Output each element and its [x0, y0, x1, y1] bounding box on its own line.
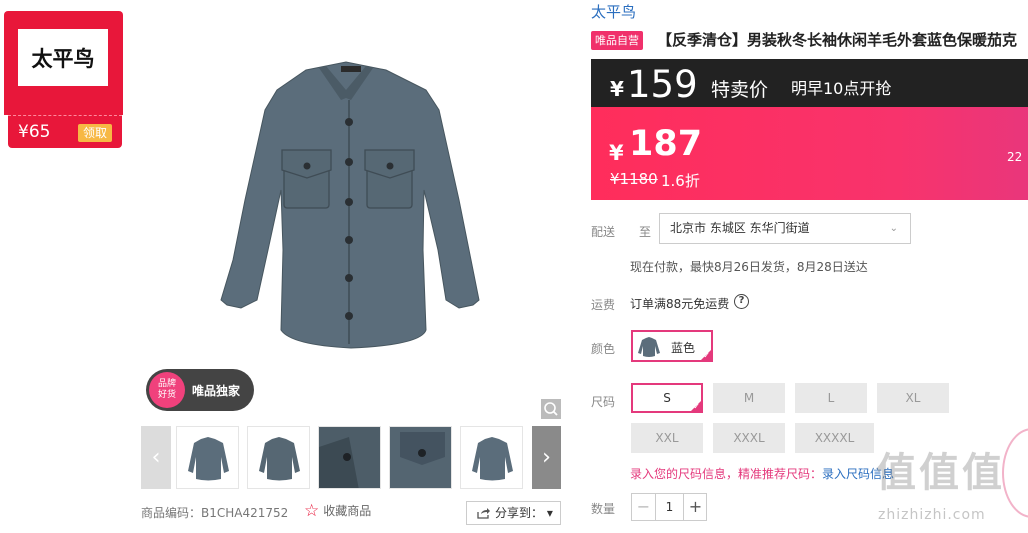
color-option-blue[interactable]: 蓝色 ✓ [631, 330, 713, 362]
quantity-stepper: − 1 + [631, 493, 707, 521]
magnifier-icon [544, 402, 558, 416]
flash-currency: ¥ [610, 77, 624, 101]
coupon-amount: ¥65 [18, 122, 51, 142]
quantity-input[interactable]: 1 [657, 494, 682, 520]
check-icon: ✓ [703, 351, 710, 360]
thumbnail-5[interactable] [460, 426, 523, 489]
exclusive-badge: 品牌 好货 唯品独家 [146, 369, 254, 411]
chevron-down-icon: ⌄ [889, 223, 898, 234]
exclusive-label: 唯品独家 [192, 384, 241, 398]
product-code: 商品编码：B1CHA421752 [141, 506, 289, 520]
product-title: 【反季清仓】男装秋冬长袖休闲羊毛外套蓝色保暖茄克 [657, 31, 1018, 49]
main-product-image[interactable] [141, 0, 561, 420]
coupon-footer: ¥65 领取 [8, 115, 122, 148]
size-option-m[interactable]: M [713, 383, 785, 413]
size-option-xxxl[interactable]: XXXL [713, 423, 785, 453]
thumbnail-next-button[interactable]: › [532, 426, 561, 489]
quantity-label: 数量 [591, 502, 616, 516]
favorite-label: 收藏商品 [323, 504, 372, 518]
thumbnail-shirt-icon [188, 437, 229, 481]
freight-label: 运费 [591, 298, 616, 312]
discount-rate: 1.6折 [661, 172, 700, 190]
ship-to-label: 至 [639, 225, 652, 239]
price-banner: ¥ 187 ¥1180 1.6折 22 [591, 107, 1028, 200]
watermark-circle [1002, 428, 1028, 518]
size-option-xxl[interactable]: XXL [631, 423, 703, 453]
star-icon: ☆ [304, 500, 320, 521]
original-price: ¥1180 [610, 170, 658, 188]
color-swatch-image [638, 337, 660, 357]
freight-text: 订单满88元免运费 [630, 297, 730, 311]
size-option-l[interactable]: L [795, 383, 867, 413]
coupon-claim-button[interactable]: 领取 [78, 124, 112, 142]
size-label: 尺码 [591, 395, 616, 409]
thumbnail-shirt-back-icon [259, 437, 300, 481]
flash-price: 159 [627, 63, 698, 106]
size-option-s[interactable]: S ✓ [631, 383, 703, 413]
share-button[interactable]: 分享到： ▾ [466, 501, 561, 525]
thumbnail-shirt-side-icon [472, 437, 513, 481]
share-icon [477, 508, 490, 519]
brand-link[interactable]: 太平鸟 [591, 1, 636, 22]
flash-open-time: 明早10点开抢 [791, 79, 892, 98]
flash-label: 特卖价 [711, 79, 769, 101]
thumbnail-prev-button[interactable]: ‹ [141, 426, 171, 489]
thumbnail-1[interactable] [176, 426, 239, 489]
share-dropdown-icon: ▾ [546, 506, 553, 520]
quantity-decrease-button[interactable]: − [632, 494, 656, 520]
size-option-xl[interactable]: XL [877, 383, 949, 413]
thumbnail-collar-detail-icon [319, 427, 380, 488]
delivery-label: 配送 [591, 225, 616, 239]
size-hint-text: 录入您的尺码信息，精准推荐尺码： [630, 467, 823, 481]
quantity-increase-button[interactable]: + [683, 494, 707, 520]
favorite-button[interactable]: ☆ 收藏商品 [304, 502, 371, 519]
color-label: 颜色 [591, 342, 616, 356]
coupon-brand-logo: 太平鸟 [18, 29, 108, 86]
self-operated-badge: 唯品自营 [591, 31, 643, 50]
thumbnail-4[interactable] [389, 426, 452, 489]
thumbnail-pocket-detail-icon [390, 427, 451, 488]
delivery-estimate: 现在付款，最快8月26日发货，8月28日送达 [630, 260, 868, 274]
thumbnail-2[interactable] [247, 426, 310, 489]
current-price: 187 [629, 124, 703, 164]
flash-sale-banner: ¥ 159 特卖价 明早10点开抢 [591, 59, 1028, 107]
price-side-text: 22 [1007, 150, 1023, 164]
watermark-url: zhizhizhi.com [878, 507, 986, 523]
price-currency: ¥ [609, 141, 624, 165]
thumbnail-3[interactable] [318, 426, 381, 489]
address-select[interactable]: 北京市 东城区 东华门街道 ⌄ [659, 213, 911, 244]
zoom-button[interactable] [541, 399, 561, 419]
size-option-xxxxl[interactable]: XXXXL [795, 423, 874, 453]
address-value: 北京市 东城区 东华门街道 [670, 221, 810, 235]
brand-goods-mark: 品牌 好货 [149, 372, 185, 408]
check-icon: ✓ [693, 402, 700, 411]
share-label: 分享到： [495, 506, 544, 520]
color-option-label: 蓝色 [671, 341, 696, 355]
size-option-label: S [663, 391, 671, 405]
coupon-header: 太平鸟 [4, 11, 123, 115]
help-icon[interactable]: ? [734, 294, 749, 309]
watermark-logo: 值值值 [876, 450, 1005, 496]
size-recommend-hint: 录入您的尺码信息，精准推荐尺码：录入尺码信息 [630, 465, 894, 482]
brand-coupon[interactable]: 太平鸟 ¥65 领取 [4, 11, 123, 148]
